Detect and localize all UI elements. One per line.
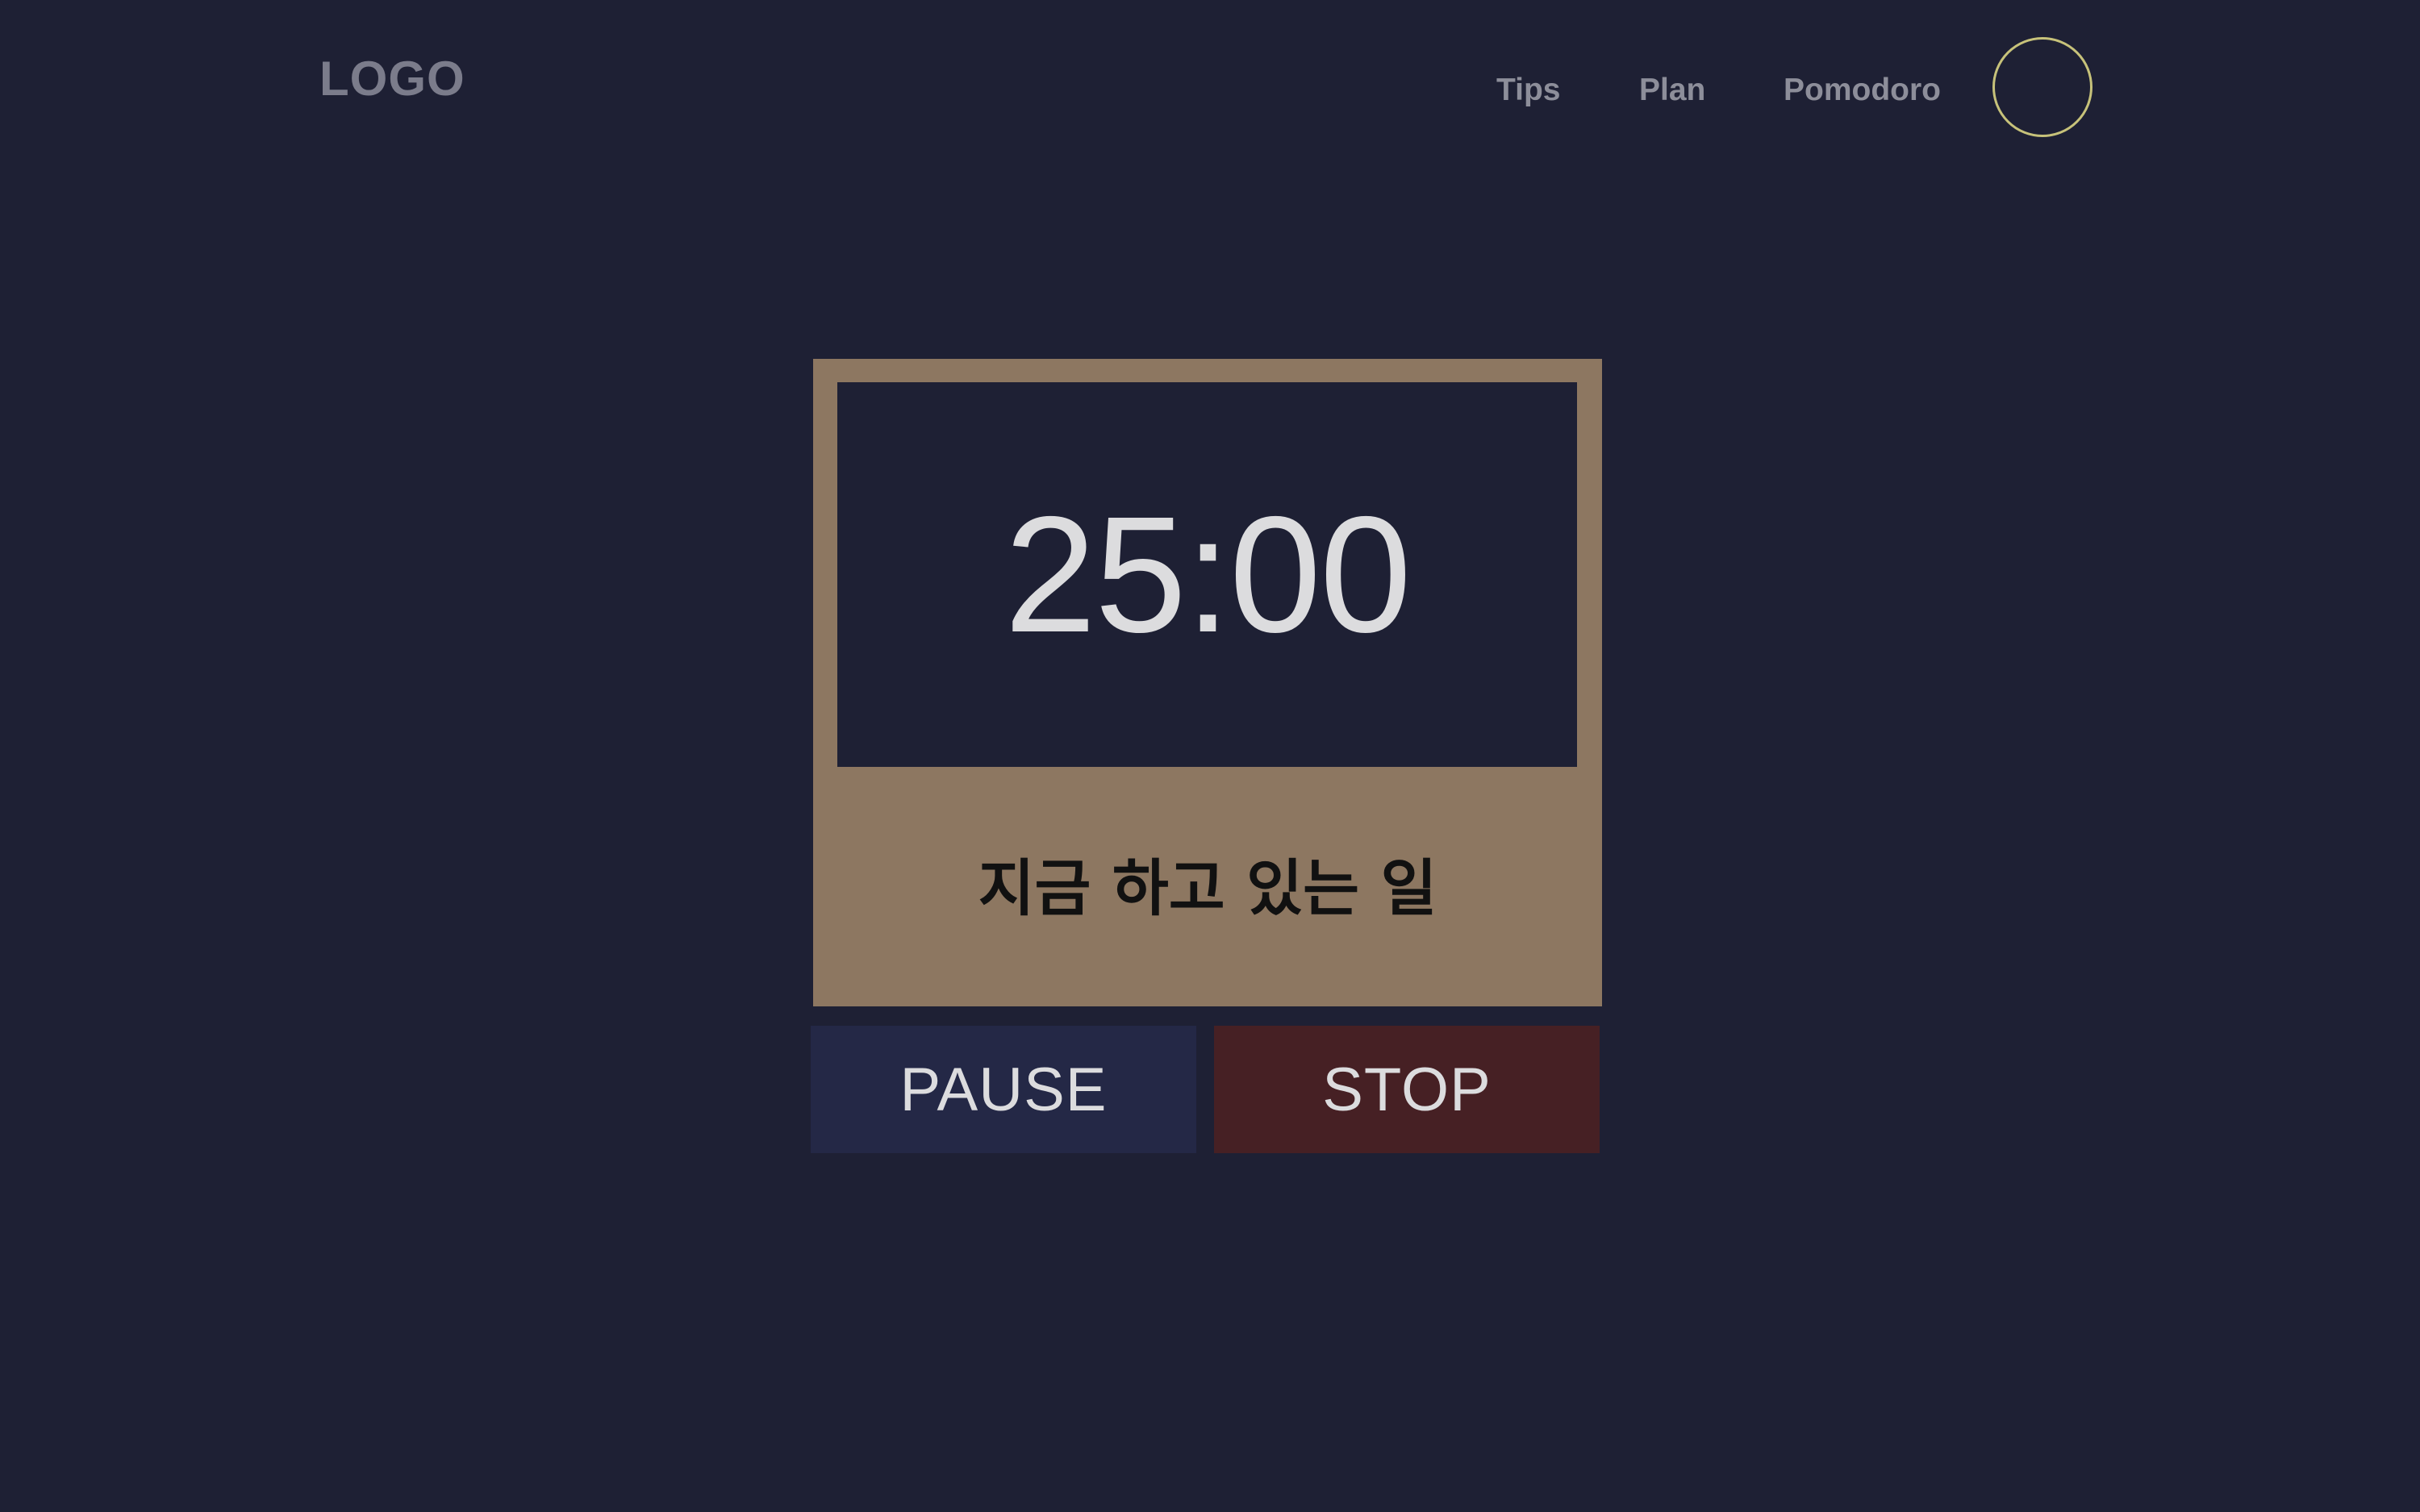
timer-countdown: 25:00: [1003, 482, 1412, 667]
logo[interactable]: LOGO: [319, 55, 465, 103]
pause-button[interactable]: PAUSE: [811, 1026, 1196, 1153]
nav-tips-link[interactable]: Tips: [1496, 74, 1560, 106]
profile-avatar[interactable]: [1992, 37, 2092, 137]
timer-display-panel: 25:00: [837, 382, 1577, 767]
current-task-label: 지금 하고 있는 일: [978, 852, 1437, 924]
stop-button[interactable]: STOP: [1214, 1026, 1600, 1153]
nav-pomodoro-link[interactable]: Pomodoro: [1784, 74, 1941, 106]
timer-card: 25:00 지금 하고 있는 일: [813, 359, 1602, 1006]
nav-plan-link[interactable]: Plan: [1639, 74, 1705, 106]
